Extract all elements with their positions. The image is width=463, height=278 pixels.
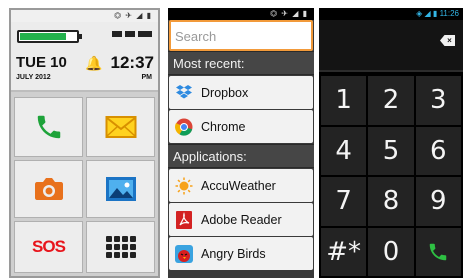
key-5[interactable]: 5 — [368, 126, 414, 175]
big-launcher-screen: ⏣ ✈ ◢ ▮ TUE 10 JULY 2012 🔔 12:37 PM SOS — [9, 8, 160, 278]
status-clock: ◈ ◢ ▮ 11:26 — [416, 9, 459, 18]
status-time: 11:26 — [439, 9, 459, 18]
sun-icon — [175, 177, 193, 195]
list-item-label: Chrome — [201, 119, 246, 134]
clock-widget: TUE 10 JULY 2012 🔔 12:37 PM — [11, 22, 158, 92]
call-button[interactable] — [415, 227, 461, 276]
key-7[interactable]: 7 — [321, 177, 367, 226]
all-apps-tile[interactable] — [86, 221, 155, 273]
status-icons: ◈ ◢ ▮ — [416, 9, 438, 18]
list-item-chrome[interactable]: Chrome — [169, 110, 313, 143]
key-9[interactable]: 9 — [415, 177, 461, 226]
signal-bars-icon — [112, 31, 152, 37]
list-item-label: Angry Birds — [201, 246, 266, 261]
sos-icon: SOS — [32, 237, 66, 256]
month-year-label: JULY 2012 — [16, 74, 51, 81]
launcher-tile-grid: SOS — [11, 94, 158, 276]
list-item-label: Dropbox — [201, 85, 249, 100]
date-label: TUE 10 — [16, 54, 67, 71]
phone-icon — [37, 115, 60, 139]
dialer-screen: ◈ ◢ ▮ 11:26 × 1 2 3 4 5 6 7 8 9 #* 0 — [319, 8, 463, 278]
status-icons: ⏣ ✈ ◢ ▮ — [270, 9, 308, 18]
dropbox-icon — [175, 84, 193, 102]
key-1[interactable]: 1 — [321, 76, 367, 125]
adobe-reader-icon — [175, 210, 193, 229]
search-input[interactable]: Search — [169, 20, 313, 51]
list-item-label: Adobe Reader — [201, 212, 282, 227]
key-6[interactable]: 6 — [415, 126, 461, 175]
key-3[interactable]: 3 — [415, 76, 461, 125]
phone-tile[interactable] — [14, 97, 83, 157]
chrome-icon — [175, 118, 193, 136]
key-8[interactable]: 8 — [368, 177, 414, 226]
recent-section-header: Most recent: — [168, 51, 314, 75]
dial-pad: 1 2 3 4 5 6 7 8 9 #* 0 — [319, 74, 463, 278]
list-item-adobe-reader[interactable]: Adobe Reader — [169, 203, 313, 236]
mail-icon — [105, 116, 136, 138]
camera-icon — [34, 178, 63, 200]
apps-grid-icon — [105, 236, 136, 258]
status-bar: ⏣ ✈ ◢ ▮ — [168, 8, 314, 20]
list-item-angry-birds[interactable]: Angry Birds — [169, 237, 313, 270]
status-bar: ◈ ◢ ▮ 11:26 — [319, 8, 463, 20]
camera-tile[interactable] — [14, 160, 83, 218]
battery-level — [20, 33, 66, 40]
applications-section-header: Applications: — [168, 144, 314, 168]
alarm-bell-icon: 🔔 — [85, 55, 103, 71]
battery-icon — [17, 30, 82, 43]
time-label: 12:37 — [110, 53, 154, 72]
sos-tile[interactable]: SOS — [14, 221, 83, 273]
key-4[interactable]: 4 — [321, 126, 367, 175]
app-list-screen: ⏣ ✈ ◢ ▮ Search Most recent: Dropbox Chro… — [168, 8, 314, 278]
list-item-accuweather[interactable]: AccuWeather — [169, 169, 313, 202]
list-item-dropbox[interactable]: Dropbox — [169, 76, 313, 109]
status-bar: ⏣ ✈ ◢ ▮ — [11, 10, 158, 22]
backspace-icon[interactable]: × — [440, 35, 455, 46]
gallery-tile[interactable] — [86, 160, 155, 218]
gallery-icon — [105, 177, 136, 201]
key-hash-star[interactable]: #* — [321, 227, 367, 276]
ampm-label: PM — [141, 74, 153, 81]
key-0[interactable]: 0 — [368, 227, 414, 276]
number-display[interactable]: × — [319, 20, 463, 72]
key-2[interactable]: 2 — [368, 76, 414, 125]
mail-tile[interactable] — [86, 97, 155, 157]
call-icon — [430, 243, 447, 260]
angry-birds-icon — [175, 244, 193, 263]
status-icons: ⏣ ✈ ◢ ▮ — [114, 11, 152, 20]
list-item-label: AccuWeather — [201, 178, 276, 193]
